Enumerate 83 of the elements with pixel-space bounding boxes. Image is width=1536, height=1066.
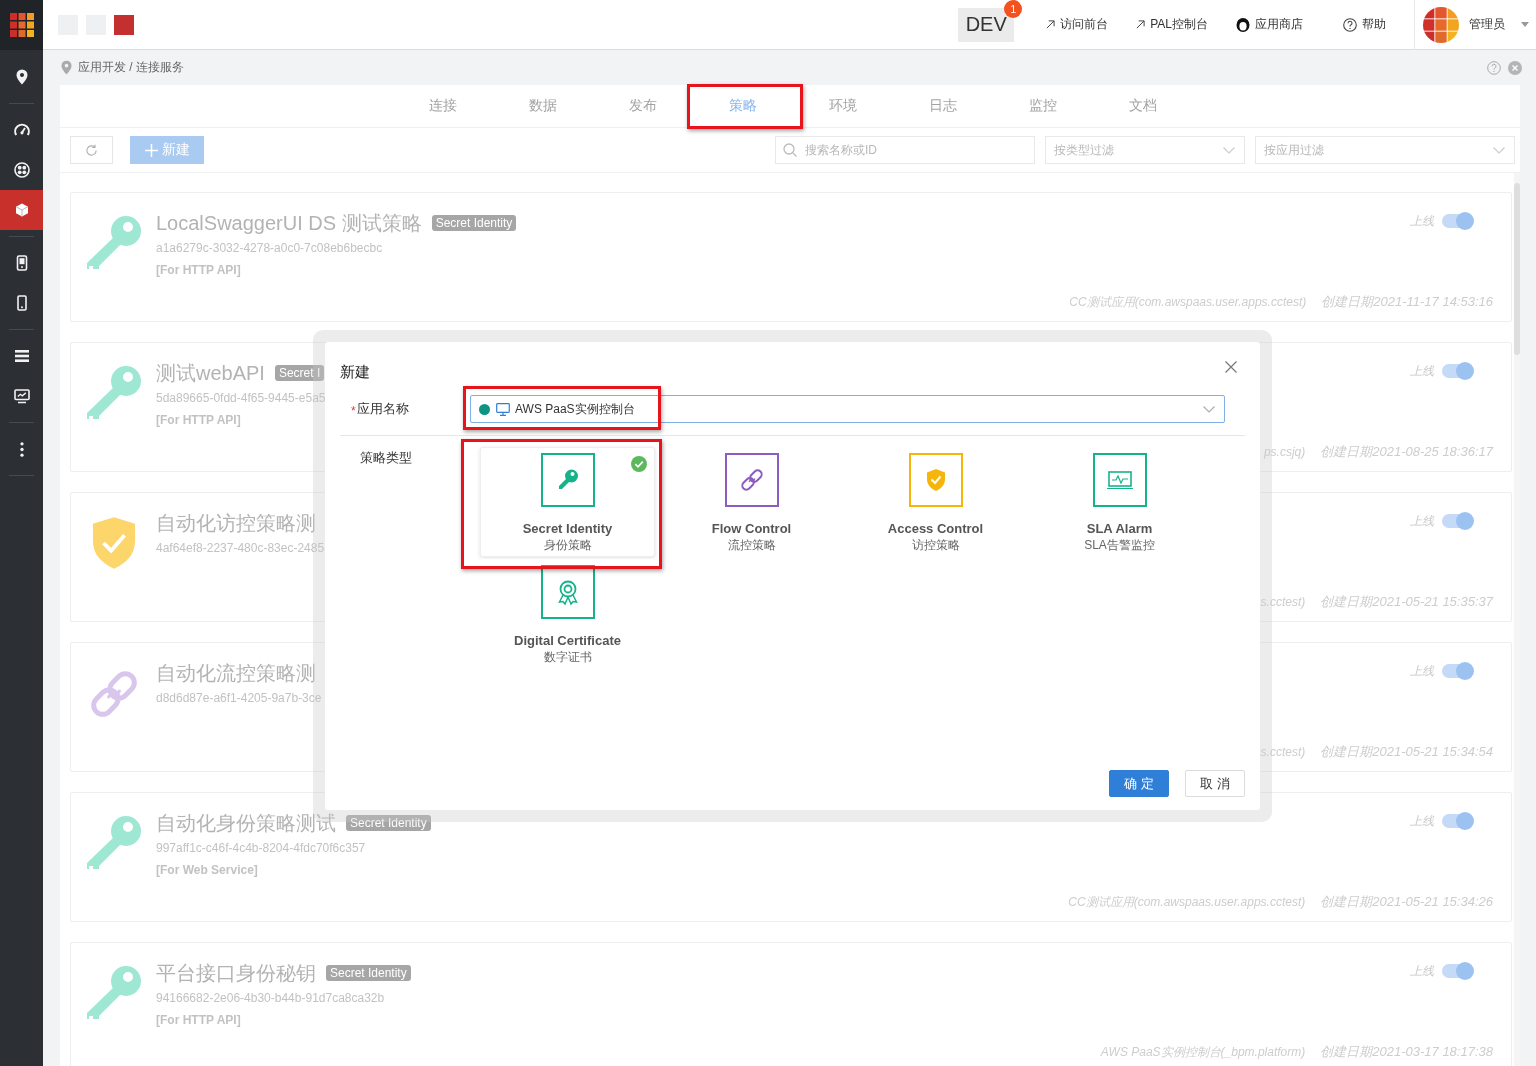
scope-label: [For HTTP API] [156, 412, 241, 428]
policy-id: 4af64ef8-2237-480c-83ec-2485 [156, 540, 325, 556]
scrollbar-thumb[interactable] [1514, 183, 1520, 355]
scrollbar[interactable] [1514, 173, 1520, 1066]
policy-id: d8d6d87e-a6f1-4205-9a7b-3ce [156, 690, 322, 706]
help-icon [1343, 17, 1357, 32]
chevron-down-icon [1223, 147, 1235, 154]
chevron-down-icon [1203, 405, 1215, 413]
circle-grid-icon [13, 162, 30, 178]
sidebar-item[interactable] [0, 190, 43, 230]
help-icon[interactable] [1487, 60, 1501, 75]
search-field[interactable]: 搜索名称或ID [775, 136, 1035, 164]
speedometer-icon [13, 122, 30, 138]
policy-title: 自动化流控策略测 [156, 661, 316, 685]
key-icon [540, 453, 595, 507]
toggle-switch[interactable] [1442, 212, 1474, 230]
type-tag: Secret Identity [346, 815, 431, 831]
scope-label: [For HTTP API] [156, 1012, 241, 1028]
square-icon[interactable] [114, 14, 134, 35]
policy-title: 自动化访控策略测 [156, 511, 316, 535]
app-store-link[interactable]: 应用商店 [1236, 16, 1303, 33]
location-pin-icon [61, 60, 72, 75]
type-filter-dropdown[interactable]: 按类型过滤 [1045, 136, 1245, 164]
monitor-icon [496, 402, 510, 416]
close-icon[interactable] [1508, 60, 1522, 75]
toggle-switch[interactable] [1442, 812, 1474, 830]
status-dot-icon [479, 403, 490, 415]
help-link[interactable]: 帮助 [1343, 16, 1386, 33]
toggle-switch[interactable] [1442, 362, 1474, 380]
type-tag: Secret Identity [431, 215, 517, 231]
scope-label: [For HTTP API] [156, 262, 241, 278]
app-select[interactable]: AWS PaaS实例控制台 [470, 395, 1225, 423]
shield-check-icon [908, 453, 963, 507]
plus-icon [144, 143, 158, 157]
field-label: 应用名称 [356, 400, 409, 418]
notification-badge: 1 [1004, 0, 1023, 18]
chain-link-icon [724, 453, 779, 507]
required-mark: * [351, 404, 356, 418]
scope-label: [For Web Service] [156, 862, 258, 878]
policy-title: 自动化身份策略测试 [156, 811, 336, 835]
avatar-icon [1423, 6, 1459, 43]
key-icon [86, 813, 142, 869]
cancel-button[interactable]: 取 消 [1185, 770, 1245, 797]
check-circle-icon [631, 456, 647, 472]
key-icon [86, 213, 142, 269]
policy-type-option[interactable]: Secret Identity 身份策略 [480, 447, 655, 557]
cube-icon [13, 202, 30, 218]
close-icon[interactable] [1225, 361, 1237, 373]
caret-down-icon [1521, 22, 1529, 27]
confirm-button[interactable]: 确 定 [1109, 770, 1169, 797]
monitor-pulse-icon [1092, 453, 1147, 507]
shield-check-icon [92, 516, 136, 570]
policy-title: 平台接口身份秘钥 [156, 961, 316, 985]
toggle-switch[interactable] [1442, 962, 1474, 980]
monitor-icon [13, 388, 30, 404]
toggle-switch[interactable] [1442, 662, 1474, 680]
search-icon [783, 143, 797, 157]
policy-id: 997aff1c-c46f-4c4b-8204-4fdc70f6c357 [156, 840, 366, 856]
key-icon [86, 963, 142, 1019]
type-tag: Secret Identity [326, 965, 411, 981]
breadcrumb: 应用开发 / 连接服务 [78, 59, 184, 76]
grid-logo-icon[interactable] [9, 13, 34, 37]
chevron-down-icon [1493, 147, 1505, 154]
refresh-icon [85, 143, 98, 157]
policy-id: 94166682-2e06-4b30-b44b-91d7ca8ca32b [156, 990, 385, 1006]
arrow-icon [1046, 20, 1056, 29]
dialog-title: 新建 [340, 362, 370, 382]
policy-id: a1a6279c-3032-4278-a0c0-7c08eb6becbc [156, 240, 383, 256]
external-link[interactable]: 访问前台 [1046, 16, 1109, 33]
user-menu-button[interactable]: 管理员 [1423, 6, 1536, 43]
policy-id: 5da89665-0fdd-4f65-9445-e5a5 [156, 390, 326, 406]
external-link[interactable]: PAL控制台 [1136, 16, 1208, 33]
policy-title: LocalSwaggerUI DS 测试策略 [156, 211, 422, 235]
arrow-icon [1136, 20, 1146, 29]
field-label: 策略类型 [359, 449, 413, 467]
app-filter-dropdown[interactable]: 按应用过滤 [1255, 136, 1515, 164]
vertical-dots-icon [19, 441, 24, 457]
refresh-button[interactable] [70, 136, 113, 164]
toggle-switch[interactable] [1442, 512, 1474, 530]
policy-title: 测试webAPI [156, 361, 265, 385]
list-icon [13, 348, 30, 364]
key-icon [86, 363, 142, 419]
ring-icon [1236, 17, 1250, 32]
